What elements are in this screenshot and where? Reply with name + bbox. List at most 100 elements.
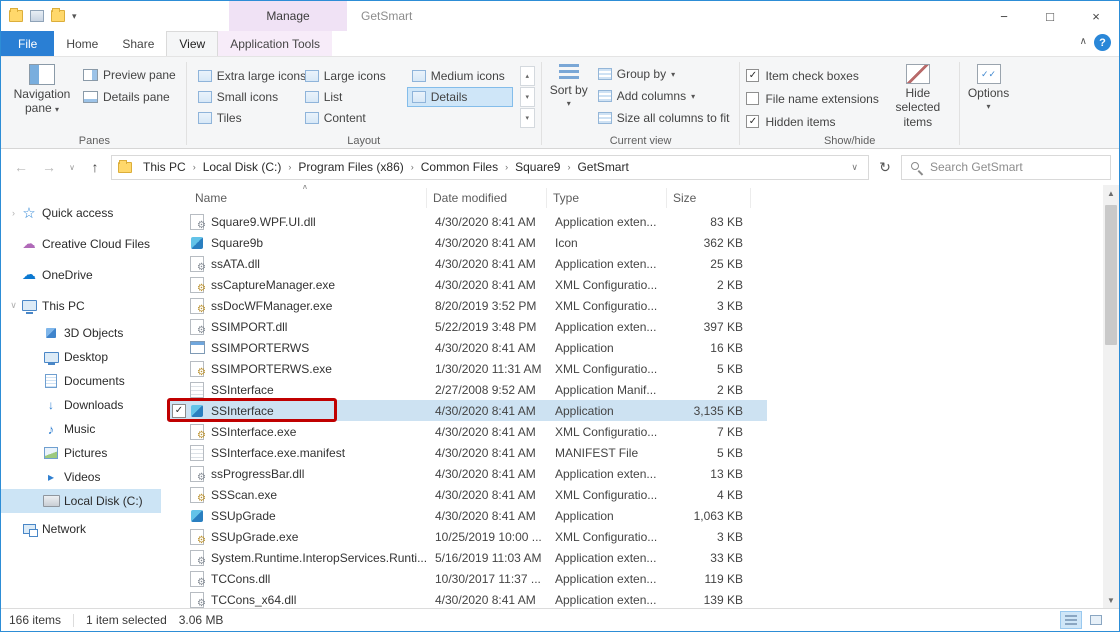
- layout-option-large-icons[interactable]: Large icons: [300, 66, 406, 86]
- size-all-columns-to-fit-button[interactable]: Size all columns to fit: [594, 107, 734, 129]
- column-header-date-modified[interactable]: Date modified: [427, 188, 547, 208]
- file-row[interactable]: SSUpGrade.exe10/25/2019 10:00 ...XML Con…: [167, 526, 767, 547]
- gallery-more-icon[interactable]: ▾: [520, 108, 535, 128]
- forward-icon[interactable]: →: [37, 155, 61, 179]
- breadcrumb-getsmart[interactable]: GetSmart: [571, 160, 634, 174]
- breadcrumb-common-files[interactable]: Common Files: [415, 160, 504, 174]
- breadcrumb-local-disk-c[interactable]: Local Disk (C:): [197, 160, 288, 174]
- sidebar-item-label: 3D Objects: [64, 326, 123, 340]
- file-row[interactable]: SSInterface2/27/2008 9:52 AMApplication …: [167, 379, 767, 400]
- back-icon[interactable]: ←: [9, 155, 33, 179]
- file-row[interactable]: SSInterface.exe4/30/2020 8:41 AMXML Conf…: [167, 421, 767, 442]
- close-button[interactable]: ×: [1073, 1, 1119, 31]
- layout-option-medium-icons[interactable]: Medium icons: [407, 66, 513, 86]
- minimize-ribbon-icon[interactable]: ∧: [1080, 36, 1087, 47]
- breadcrumb-square9[interactable]: Square9: [509, 160, 566, 174]
- file-row[interactable]: System.Runtime.InteropServices.Runti...5…: [167, 547, 767, 568]
- column-header-type[interactable]: Type: [547, 188, 667, 208]
- breadcrumb-program-files-x86[interactable]: Program Files (x86): [292, 160, 409, 174]
- vertical-scrollbar[interactable]: ▲ ▼: [1103, 185, 1119, 608]
- file-type: Application exten...: [547, 593, 667, 607]
- search-input[interactable]: [902, 156, 1110, 179]
- sidebar-item-label: This PC: [42, 299, 85, 313]
- file-row[interactable]: SSIMPORTERWS.exe1/30/2020 11:31 AMXML Co…: [167, 358, 767, 379]
- scroll-down-icon[interactable]: ▼: [1103, 592, 1119, 608]
- layout-option-content[interactable]: Content: [300, 108, 406, 128]
- tab-file[interactable]: File: [1, 31, 54, 56]
- customize-toolbar-caret-icon[interactable]: ▾: [72, 11, 77, 22]
- details-pane-button[interactable]: Details pane: [79, 86, 180, 108]
- column-header-name[interactable]: Name: [189, 188, 427, 208]
- minimize-button[interactable]: −: [981, 1, 1027, 31]
- sidebar-item-network[interactable]: Network: [1, 513, 161, 544]
- tab-application-tools[interactable]: Application Tools: [218, 31, 332, 56]
- scroll-up-icon[interactable]: ▲: [1103, 185, 1119, 201]
- sidebar-item-onedrive[interactable]: OneDrive: [1, 259, 161, 290]
- layout-option-tiles[interactable]: Tiles: [193, 108, 299, 128]
- hide-selected-items-button[interactable]: Hide selected items: [883, 61, 953, 132]
- main-area: ›Quick accessCreative Cloud FilesOneDriv…: [1, 185, 1119, 608]
- preview-pane-button[interactable]: Preview pane: [79, 64, 180, 86]
- options-button[interactable]: Options ▾: [966, 61, 1011, 115]
- file-row[interactable]: ssProgressBar.dll4/30/2020 8:41 AMApplic…: [167, 463, 767, 484]
- file-row[interactable]: ssATA.dll4/30/2020 8:41 AMApplication ex…: [167, 253, 767, 274]
- file-row[interactable]: SSIMPORT.dll5/22/2019 3:48 PMApplication…: [167, 316, 767, 337]
- gallery-up-icon[interactable]: ▴: [520, 66, 535, 86]
- sidebar-item-pictures[interactable]: Pictures: [1, 441, 161, 465]
- file-date: 4/30/2020 8:41 AM: [427, 593, 547, 607]
- layout-option-details[interactable]: Details: [407, 87, 513, 107]
- add-columns-button[interactable]: Add columns▾: [594, 85, 734, 107]
- tab-home[interactable]: Home: [54, 31, 110, 56]
- breadcrumb-this-pc[interactable]: This PC: [137, 160, 192, 174]
- sidebar-item-music[interactable]: Music: [1, 417, 161, 441]
- file-row[interactable]: ssDocWFManager.exe8/20/2019 3:52 PMXML C…: [167, 295, 767, 316]
- layout-option-extra-large-icons[interactable]: Extra large icons: [193, 66, 299, 86]
- group-by-button[interactable]: Group by▾: [594, 63, 734, 85]
- item-check-boxes-checkbox[interactable]: ✓Item check boxes: [746, 65, 878, 86]
- scrollbar-thumb[interactable]: [1105, 205, 1117, 345]
- large-icons-view-toggle[interactable]: [1085, 611, 1107, 629]
- file-row[interactable]: SSUpGrade4/30/2020 8:41 AMApplication1,0…: [167, 505, 767, 526]
- hidden-items-checkbox[interactable]: ✓Hidden items: [746, 111, 878, 132]
- new-folder-icon[interactable]: [51, 10, 65, 22]
- sidebar-item-downloads[interactable]: Downloads: [1, 393, 161, 417]
- sidebar-item-this-pc[interactable]: ∨This PC: [1, 290, 161, 321]
- sort-by-button[interactable]: Sort by ▾: [548, 61, 590, 129]
- sidebar-item-desktop[interactable]: Desktop: [1, 345, 161, 369]
- file-row[interactable]: SSInterface.exe.manifest4/30/2020 8:41 A…: [167, 442, 767, 463]
- row-checkbox[interactable]: ✓: [172, 404, 186, 418]
- file-row[interactable]: TCCons.dll10/30/2017 11:37 ...Applicatio…: [167, 568, 767, 589]
- help-icon[interactable]: ?: [1094, 34, 1111, 51]
- properties-icon[interactable]: [30, 10, 44, 22]
- sidebar-item-documents[interactable]: Documents: [1, 369, 161, 393]
- up-icon[interactable]: ↑: [83, 155, 107, 179]
- gallery-down-icon[interactable]: ▾: [520, 87, 535, 107]
- sidebar-item-quick-access[interactable]: ›Quick access: [1, 197, 161, 228]
- file-name-extensions-checkbox[interactable]: File name extensions: [746, 88, 878, 109]
- details-view-toggle[interactable]: [1060, 611, 1082, 629]
- column-header-size[interactable]: Size: [667, 188, 751, 208]
- layout-option-list[interactable]: List: [300, 87, 406, 107]
- tab-share[interactable]: Share: [110, 31, 166, 56]
- file-row[interactable]: ✓SSInterface4/30/2020 8:41 AMApplication…: [167, 400, 767, 421]
- file-date: 10/30/2017 11:37 ...: [427, 572, 547, 586]
- file-row[interactable]: ssCaptureManager.exe4/30/2020 8:41 AMXML…: [167, 274, 767, 295]
- sidebar-item-creative-cloud-files[interactable]: Creative Cloud Files: [1, 228, 161, 259]
- maximize-button[interactable]: □: [1027, 1, 1073, 31]
- sidebar-item-local-disk-c[interactable]: Local Disk (C:): [1, 489, 161, 513]
- address-dropdown-caret-icon[interactable]: ∨: [847, 162, 862, 173]
- sidebar-item-3d-objects[interactable]: 3D Objects: [1, 321, 161, 345]
- layout-option-small-icons[interactable]: Small icons: [193, 87, 299, 107]
- refresh-icon[interactable]: ↻: [873, 155, 897, 179]
- file-row[interactable]: Square9.WPF.UI.dll4/30/2020 8:41 AMAppli…: [167, 211, 767, 232]
- folder-icon[interactable]: [9, 10, 23, 22]
- tab-view[interactable]: View: [166, 31, 218, 56]
- file-row[interactable]: TCCons_x64.dll4/30/2020 8:41 AMApplicati…: [167, 589, 767, 608]
- file-row[interactable]: SSIMPORTERWS4/30/2020 8:41 AMApplication…: [167, 337, 767, 358]
- navigation-pane-button[interactable]: Navigation pane ▾: [9, 61, 75, 119]
- sidebar-item-videos[interactable]: Videos: [1, 465, 161, 489]
- recent-locations-caret-icon[interactable]: ∨: [65, 163, 79, 172]
- file-row[interactable]: SSScan.exe4/30/2020 8:41 AMXML Configura…: [167, 484, 767, 505]
- file-row[interactable]: Square9b4/30/2020 8:41 AMIcon362 KB: [167, 232, 767, 253]
- breadcrumb[interactable]: This PC›Local Disk (C:)›Program Files (x…: [111, 155, 869, 180]
